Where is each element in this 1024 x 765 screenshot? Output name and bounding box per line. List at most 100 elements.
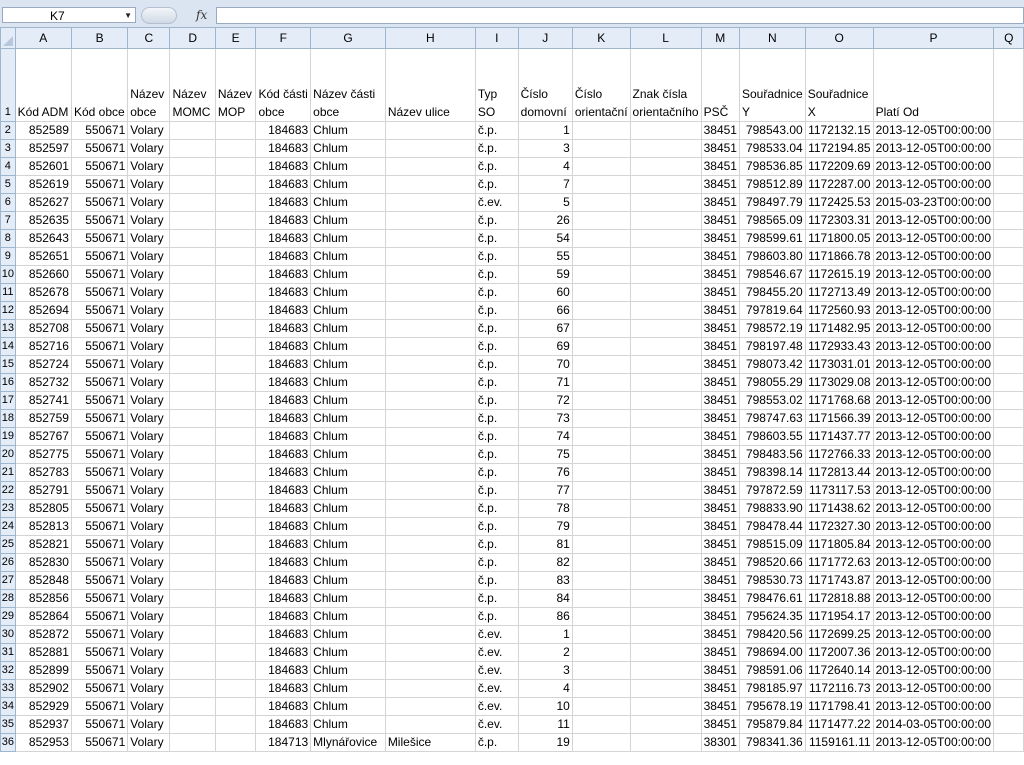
- table-cell[interactable]: [629, 139, 702, 158]
- table-cell[interactable]: 798546.67: [738, 265, 806, 284]
- table-cell[interactable]: 2013-12-05T00:00:00: [872, 391, 995, 410]
- table-cell[interactable]: [169, 229, 216, 248]
- table-cell[interactable]: 550671: [70, 535, 129, 554]
- header-cell[interactable]: Číslo domovní: [517, 48, 573, 122]
- table-cell[interactable]: 71: [517, 373, 573, 392]
- table-cell[interactable]: [384, 337, 476, 356]
- table-cell[interactable]: 852899: [14, 661, 72, 680]
- table-cell[interactable]: 1172699.25: [804, 625, 874, 644]
- table-cell[interactable]: [629, 229, 702, 248]
- table-cell[interactable]: [214, 697, 257, 716]
- table-cell[interactable]: 550671: [70, 499, 129, 518]
- table-cell[interactable]: [629, 499, 702, 518]
- table-cell[interactable]: Chlum: [310, 265, 386, 284]
- table-cell[interactable]: 852813: [14, 517, 72, 536]
- table-cell[interactable]: 38301: [700, 733, 740, 752]
- table-cell[interactable]: 38451: [700, 265, 740, 284]
- table-cell[interactable]: [993, 211, 1024, 230]
- table-cell[interactable]: Chlum: [310, 643, 386, 662]
- table-cell[interactable]: [384, 211, 476, 230]
- table-cell[interactable]: 184683: [255, 697, 312, 716]
- table-cell[interactable]: 10: [517, 697, 573, 716]
- table-cell[interactable]: 2013-12-05T00:00:00: [872, 427, 995, 446]
- row-header[interactable]: 12: [0, 301, 16, 320]
- table-cell[interactable]: 550671: [70, 607, 129, 626]
- table-cell[interactable]: [571, 571, 631, 590]
- table-cell[interactable]: č.p.: [474, 391, 519, 410]
- table-cell[interactable]: Mlynářovice: [310, 733, 386, 752]
- table-cell[interactable]: Volary: [127, 121, 171, 140]
- table-cell[interactable]: 2015-03-23T00:00:00: [872, 193, 995, 212]
- table-cell[interactable]: 852775: [14, 445, 72, 464]
- table-cell[interactable]: [169, 733, 216, 752]
- table-cell[interactable]: 67: [517, 319, 573, 338]
- table-cell[interactable]: 83: [517, 571, 573, 590]
- table-cell[interactable]: č.p.: [474, 373, 519, 392]
- table-cell[interactable]: [169, 517, 216, 536]
- table-cell[interactable]: 1172813.44: [804, 463, 874, 482]
- table-cell[interactable]: Volary: [127, 355, 171, 374]
- table-cell[interactable]: [214, 445, 257, 464]
- table-cell[interactable]: 3: [517, 661, 573, 680]
- row-header[interactable]: 13: [0, 319, 16, 338]
- table-cell[interactable]: [384, 499, 476, 518]
- table-cell[interactable]: Volary: [127, 517, 171, 536]
- table-cell[interactable]: 798603.80: [738, 247, 806, 266]
- table-cell[interactable]: [571, 211, 631, 230]
- header-cell[interactable]: Kód ADM: [14, 48, 72, 122]
- table-cell[interactable]: 550671: [70, 193, 129, 212]
- table-cell[interactable]: 38451: [700, 175, 740, 194]
- row-header[interactable]: 28: [0, 589, 16, 608]
- table-cell[interactable]: [214, 499, 257, 518]
- row-header[interactable]: 23: [0, 499, 16, 518]
- table-cell[interactable]: Chlum: [310, 139, 386, 158]
- table-cell[interactable]: [214, 139, 257, 158]
- table-cell[interactable]: 1171866.78: [804, 247, 874, 266]
- table-cell[interactable]: [214, 301, 257, 320]
- table-cell[interactable]: [214, 229, 257, 248]
- table-cell[interactable]: 38451: [700, 121, 740, 140]
- table-cell[interactable]: 1171437.77: [804, 427, 874, 446]
- table-cell[interactable]: [993, 607, 1024, 626]
- table-cell[interactable]: Volary: [127, 607, 171, 626]
- table-cell[interactable]: 798497.79: [738, 193, 806, 212]
- row-header[interactable]: 9: [0, 247, 16, 266]
- table-cell[interactable]: [571, 697, 631, 716]
- table-cell[interactable]: 852872: [14, 625, 72, 644]
- table-cell[interactable]: 798572.19: [738, 319, 806, 338]
- table-cell[interactable]: Volary: [127, 733, 171, 752]
- table-cell[interactable]: 2013-12-05T00:00:00: [872, 607, 995, 626]
- table-cell[interactable]: 852953: [14, 733, 72, 752]
- table-cell[interactable]: [214, 193, 257, 212]
- table-cell[interactable]: 798055.29: [738, 373, 806, 392]
- table-cell[interactable]: 184683: [255, 481, 312, 500]
- table-cell[interactable]: č.p.: [474, 157, 519, 176]
- table-cell[interactable]: [214, 157, 257, 176]
- table-cell[interactable]: 852881: [14, 643, 72, 662]
- table-cell[interactable]: 550671: [70, 373, 129, 392]
- table-cell[interactable]: [384, 175, 476, 194]
- table-cell[interactable]: 550671: [70, 463, 129, 482]
- table-cell[interactable]: 184683: [255, 355, 312, 374]
- row-header[interactable]: 33: [0, 679, 16, 698]
- table-cell[interactable]: 184683: [255, 553, 312, 572]
- table-cell[interactable]: 550671: [70, 517, 129, 536]
- table-cell[interactable]: 1172766.33: [804, 445, 874, 464]
- table-cell[interactable]: č.p.: [474, 463, 519, 482]
- column-header-d[interactable]: D: [169, 27, 216, 49]
- table-cell[interactable]: 184683: [255, 283, 312, 302]
- table-cell[interactable]: 184683: [255, 607, 312, 626]
- table-cell[interactable]: 184683: [255, 499, 312, 518]
- table-cell[interactable]: [993, 193, 1024, 212]
- table-cell[interactable]: [571, 715, 631, 734]
- table-cell[interactable]: Volary: [127, 661, 171, 680]
- table-cell[interactable]: 550671: [70, 481, 129, 500]
- column-header-p[interactable]: P: [872, 27, 995, 49]
- table-cell[interactable]: [571, 535, 631, 554]
- table-cell[interactable]: č.p.: [474, 589, 519, 608]
- row-header[interactable]: 27: [0, 571, 16, 590]
- table-cell[interactable]: Volary: [127, 139, 171, 158]
- table-cell[interactable]: Chlum: [310, 229, 386, 248]
- table-cell[interactable]: č.ev.: [474, 193, 519, 212]
- table-cell[interactable]: 2013-12-05T00:00:00: [872, 499, 995, 518]
